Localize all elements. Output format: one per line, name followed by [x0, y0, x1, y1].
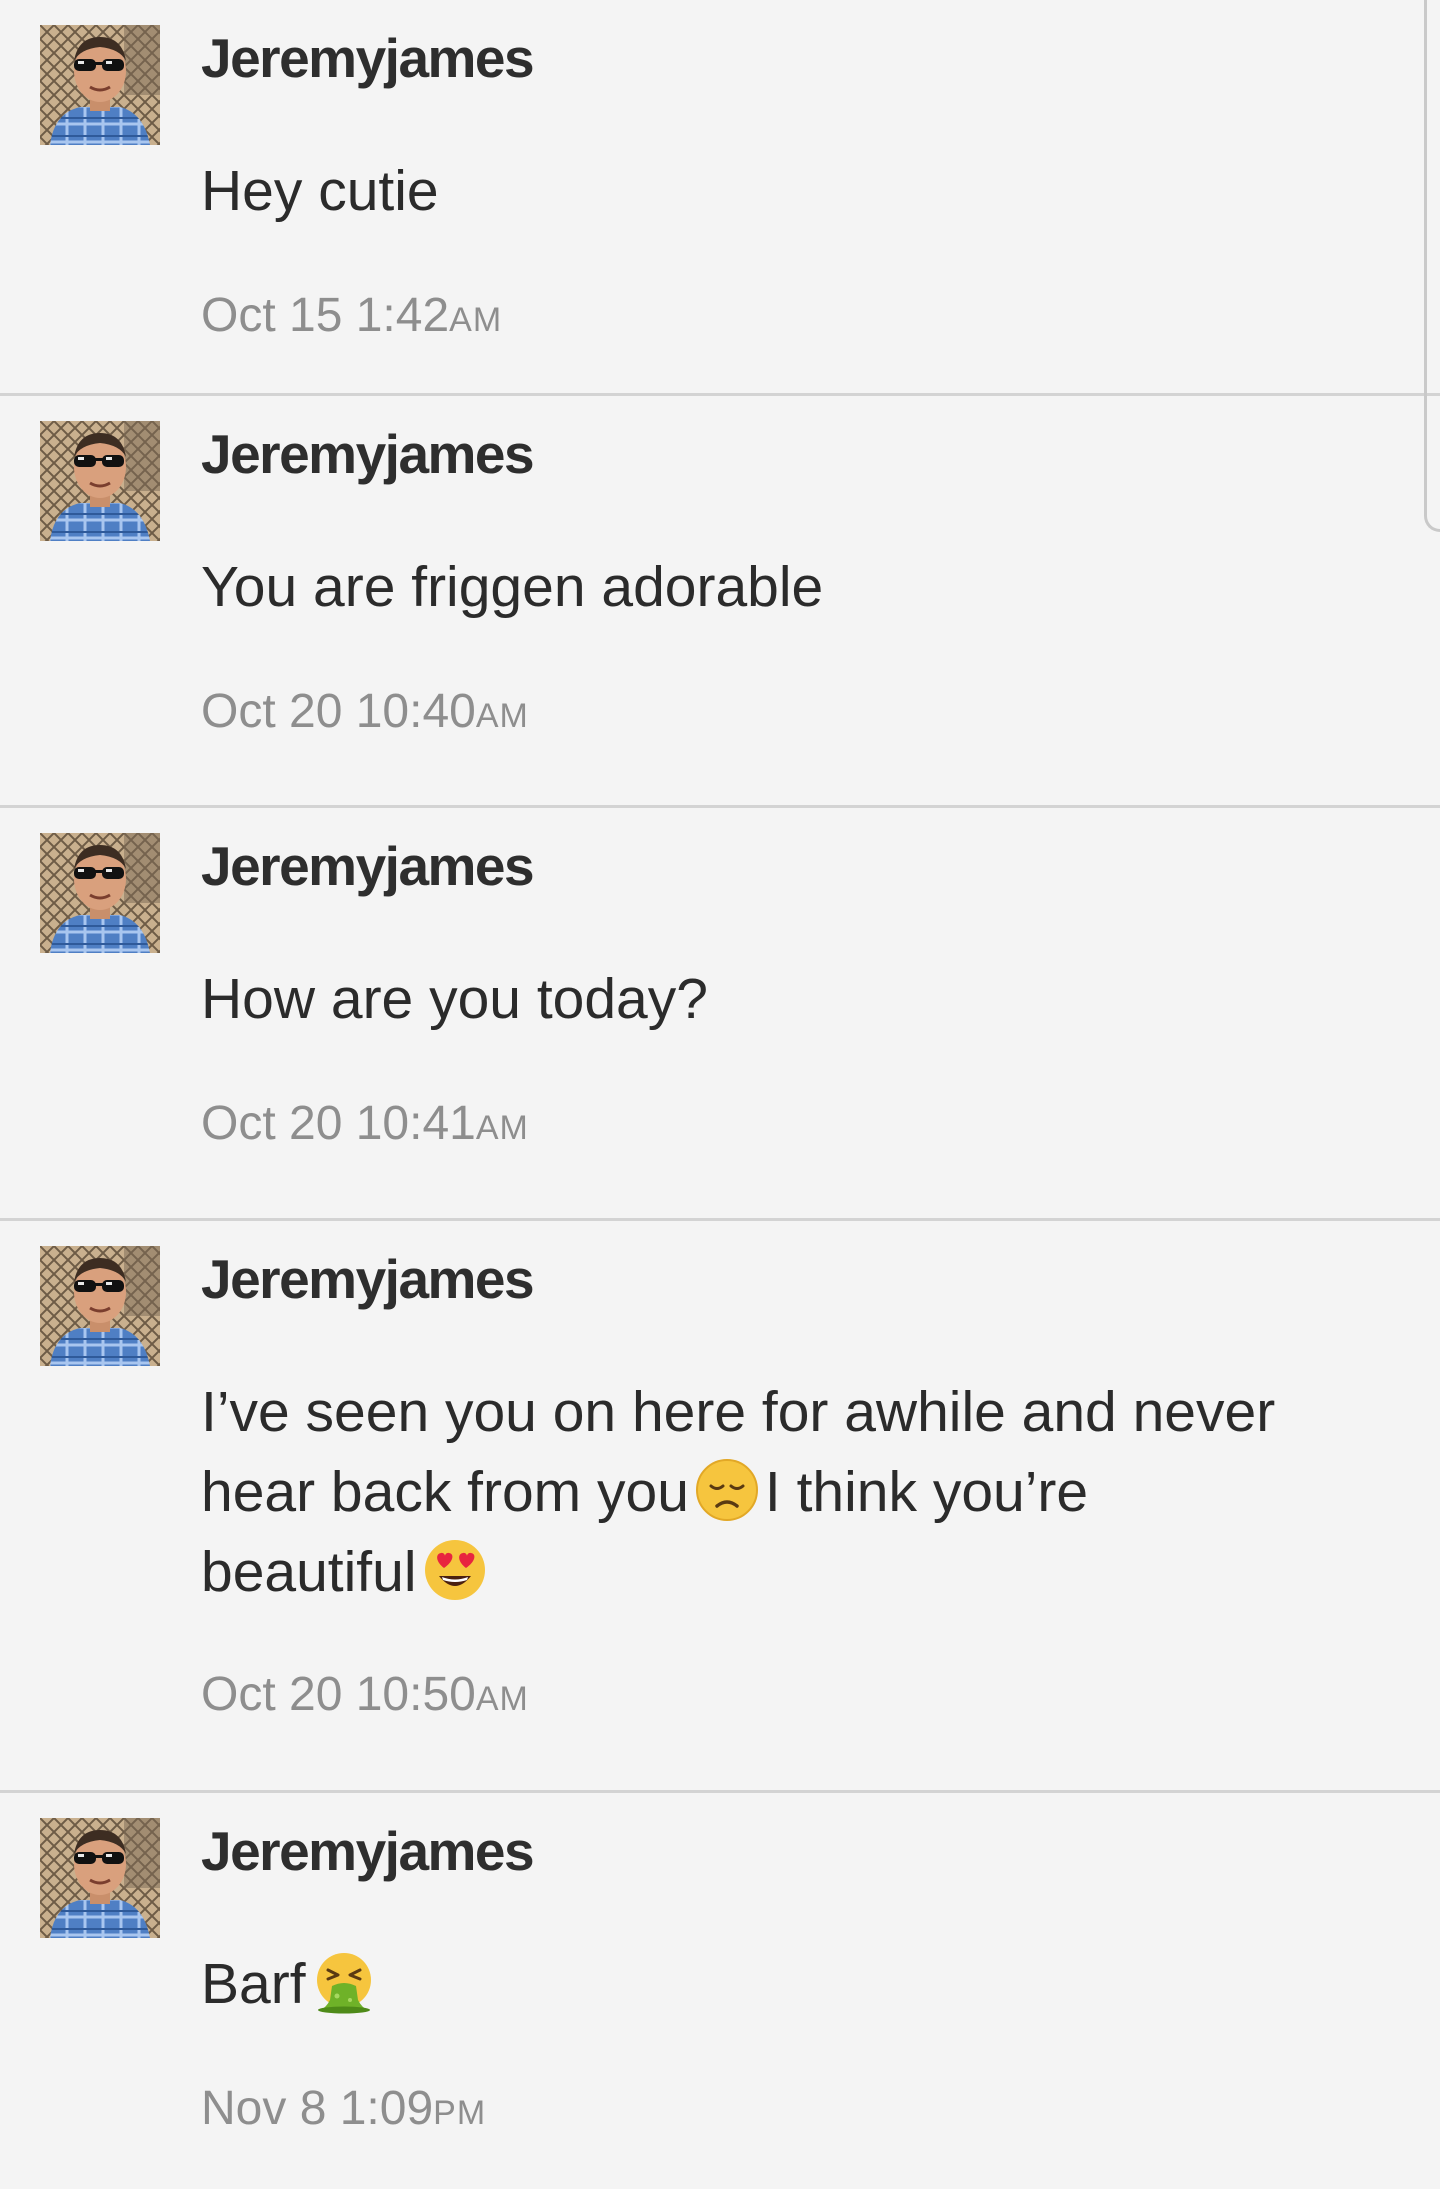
message-text: How are you today? [201, 959, 1341, 1039]
sender-name[interactable]: Jeremyjames [201, 834, 535, 898]
message-text-line: hear back from you I think you’re [201, 1452, 1341, 1532]
message-text: Barf [201, 1944, 1341, 2024]
message-item[interactable]: Jeremyjames Barf Nov 8 1:09PM [0, 1793, 1440, 2189]
sender-name[interactable]: Jeremyjames [201, 422, 535, 486]
avatar[interactable] [40, 1818, 160, 1938]
message-text: Hey cutie [201, 151, 1341, 231]
timestamp: Nov 8 1:09PM [201, 2081, 486, 2136]
message-text-line: beautiful [201, 1532, 1341, 1612]
scrollbar[interactable] [1424, 0, 1440, 532]
timestamp-date: Oct 20 10:41 [201, 1097, 476, 1150]
timestamp-date: Oct 15 1:42 [201, 289, 450, 342]
message-text: I’ve seen you on here for awhile and nev… [201, 1372, 1341, 1612]
message-text-line: I’ve seen you on here for awhile and nev… [201, 1380, 1276, 1444]
message-item[interactable]: Jeremyjames You are friggen adorable Oct… [0, 396, 1440, 808]
timestamp-period: PM [433, 2094, 487, 2132]
message-text-content: You are friggen adorable [201, 555, 824, 619]
timestamp-period: AM [475, 697, 529, 735]
message-text-fragment: beautiful [201, 1540, 417, 1604]
message-text-content: Hey cutie [201, 159, 439, 223]
timestamp: Oct 15 1:42AM [201, 288, 502, 343]
message-text-fragment: hear back from you [201, 1460, 689, 1524]
message-text-content: How are you today? [201, 967, 708, 1031]
avatar[interactable] [40, 25, 160, 145]
timestamp-date: Oct 20 10:40 [201, 685, 476, 738]
avatar[interactable] [40, 1246, 160, 1366]
vomiting-face-icon [312, 1950, 376, 2014]
timestamp: Oct 20 10:50AM [201, 1667, 529, 1722]
message-text-fragment: I think you’re [764, 1460, 1089, 1524]
timestamp-period: AM [475, 1109, 529, 1147]
message-item[interactable]: Jeremyjames I’ve seen you on here for aw… [0, 1221, 1440, 1793]
message-text-content: Barf [201, 1952, 306, 2016]
timestamp-date: Nov 8 1:09 [201, 2082, 434, 2135]
avatar[interactable] [40, 421, 160, 541]
timestamp-date: Oct 20 10:50 [201, 1668, 476, 1721]
timestamp-period: AM [475, 1680, 529, 1718]
message-text: You are friggen adorable [201, 547, 1341, 627]
disappointed-face-icon [695, 1458, 759, 1522]
sender-name[interactable]: Jeremyjames [201, 1819, 535, 1883]
timestamp-period: AM [449, 301, 503, 339]
timestamp: Oct 20 10:40AM [201, 684, 529, 739]
sender-name[interactable]: Jeremyjames [201, 26, 535, 90]
timestamp: Oct 20 10:41AM [201, 1096, 529, 1151]
heart-eyes-face-icon [423, 1538, 487, 1602]
message-item[interactable]: Jeremyjames How are you today? Oct 20 10… [0, 808, 1440, 1221]
avatar[interactable] [40, 833, 160, 953]
message-item[interactable]: Jeremyjames Hey cutie Oct 15 1:42AM [0, 0, 1440, 396]
sender-name[interactable]: Jeremyjames [201, 1247, 535, 1311]
message-thread: Jeremyjames Hey cutie Oct 15 1:42AM Jere… [0, 0, 1440, 2189]
